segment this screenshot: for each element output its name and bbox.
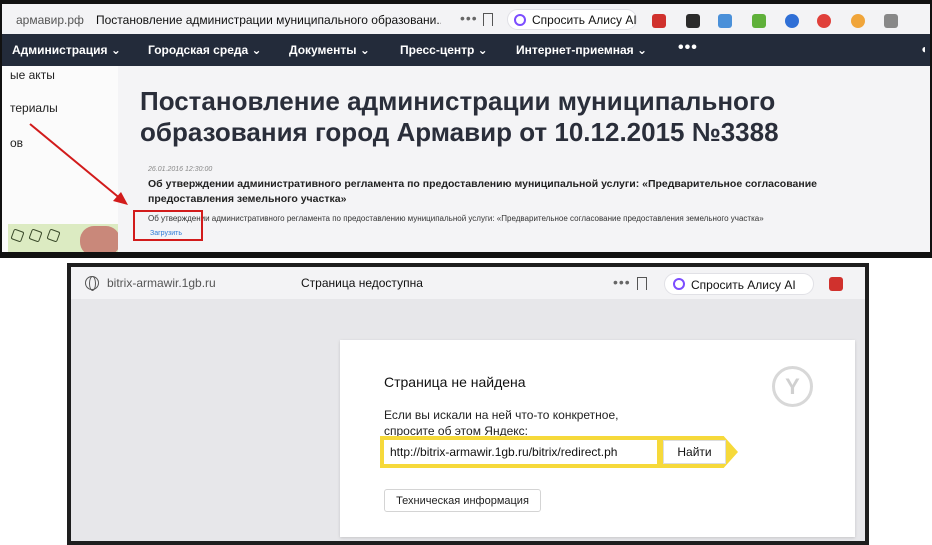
error-text: Если вы искали на ней что-то конкретное,… bbox=[384, 408, 619, 438]
address-domain[interactable]: bitrix-armawir.1gb.ru bbox=[107, 276, 216, 290]
extension-shield-icon[interactable] bbox=[829, 277, 843, 291]
ask-alice-label: Спросить Алису AI bbox=[691, 278, 796, 292]
search-button[interactable]: Найти bbox=[663, 440, 726, 464]
yandex-search-form: Найти bbox=[380, 436, 738, 468]
tab-title[interactable]: Страница недоступна bbox=[301, 276, 423, 290]
error-title: Страница не найдена bbox=[384, 374, 526, 390]
tech-info-button[interactable]: Техническая информация bbox=[384, 489, 541, 512]
error-card: Страница не найдена Если вы искали на не… bbox=[340, 340, 855, 537]
error-page-content: Страница не найдена Если вы искали на не… bbox=[71, 299, 865, 541]
search-input[interactable] bbox=[384, 440, 657, 464]
browser-bar-bottom: bitrix-armawir.1gb.ru Страница недоступн… bbox=[71, 267, 865, 299]
screenshot-error-page: bitrix-armawir.1gb.ru Страница недоступн… bbox=[67, 263, 869, 545]
yandex-logo-icon bbox=[772, 366, 813, 407]
globe-icon bbox=[85, 276, 99, 291]
annotation-arrow-icon bbox=[29, 123, 128, 205]
alice-icon bbox=[673, 278, 685, 290]
screenshot-armavir-site: армавир.рф Постановление администрации м… bbox=[0, 0, 932, 258]
bookmark-icon[interactable] bbox=[637, 277, 647, 290]
ask-alice-button[interactable]: Спросить Алису AI bbox=[664, 273, 814, 295]
more-icon[interactable]: ••• bbox=[613, 274, 631, 290]
